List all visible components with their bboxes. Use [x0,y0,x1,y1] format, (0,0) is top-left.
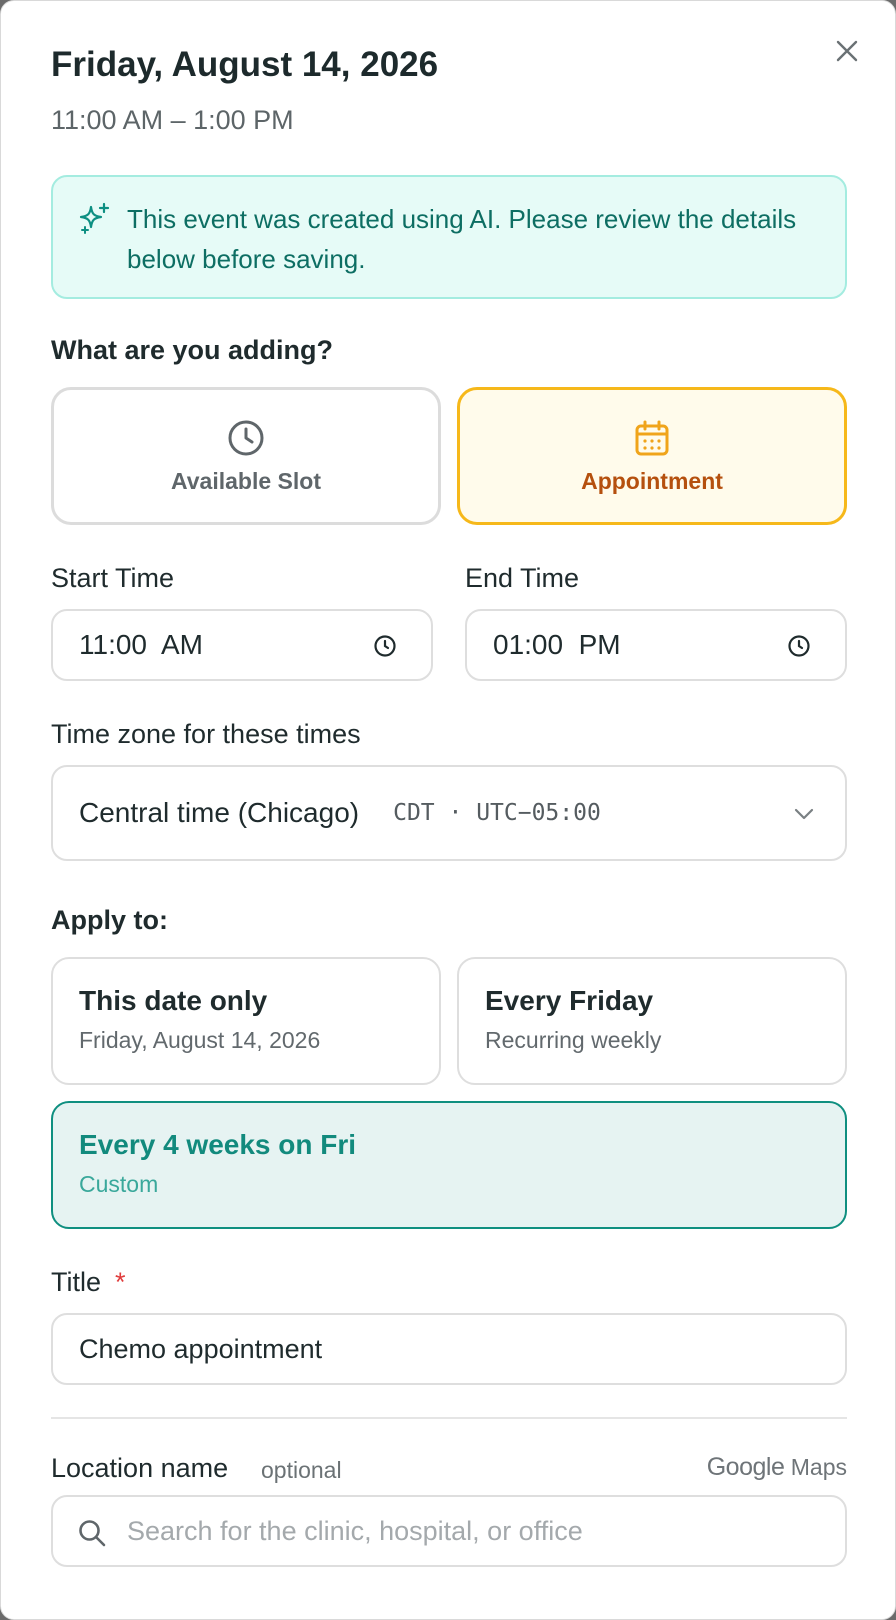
location-search-input[interactable]: Search for the clinic, hospital, or offi… [51,1495,847,1567]
available-slot-option[interactable]: Available Slot [51,387,441,525]
clock-icon [228,420,264,455]
search-icon [79,1520,106,1547]
maps-wordmark: Maps [790,1454,847,1480]
start-time-input[interactable]: 11:00 AM [51,609,433,681]
apply-custom-option[interactable]: Every 4 weeks on Fri Custom [51,1101,847,1229]
sparkle-icon [79,202,110,234]
google-maps-attribution: Google Maps [707,1453,847,1482]
event-date-title: Friday, August 14, 2026 [51,45,439,84]
title-label: Title * [51,1267,126,1298]
event-type-question: What are you adding? [51,335,334,365]
apply-option-subtitle: Custom [79,1171,159,1197]
google-wordmark: Google [706,1453,785,1481]
timezone-label: Time zone for these times [51,719,361,749]
ai-notice-banner: This event was created using AI. Please … [51,175,847,299]
timezone-name: Central time (Chicago) [79,797,360,828]
event-time-range: 11:00 AM – 1:00 PM [51,105,294,135]
title-label-text: Title [51,1267,102,1297]
timezone-code: CDT · UTC−05:00 [393,800,601,826]
available-slot-label: Available Slot [171,467,321,494]
start-time-label: Start Time [51,563,175,593]
apply-option-subtitle: Recurring weekly [485,1027,662,1053]
apply-option-title: Every 4 weeks on Fri [79,1129,357,1160]
close-button[interactable] [831,35,863,67]
start-time-value: 11:00 AM [79,629,204,660]
location-label: Location name [51,1453,229,1483]
title-input[interactable]: Chemo appointment [51,1313,847,1385]
apply-to-label: Apply to: [51,905,168,935]
apply-every-friday-option[interactable]: Every Friday Recurring weekly [457,957,847,1085]
location-search-placeholder: Search for the clinic, hospital, or offi… [127,1515,583,1546]
close-icon [836,40,858,62]
calendar-icon [635,420,669,455]
apply-this-date-option[interactable]: This date only Friday, August 14, 2026 [51,957,441,1085]
appointment-label: Appointment [581,467,723,494]
apply-option-title: This date only [79,985,268,1016]
appointment-option[interactable]: Appointment [457,387,847,525]
title-value: Chemo appointment [79,1333,323,1364]
chevron-down-icon [794,808,814,820]
end-time-label: End Time [465,563,580,593]
add-event-modal: Friday, August 14, 2026 11:00 AM – 1:00 … [0,0,896,1620]
optional-hint: optional [261,1457,342,1483]
required-marker: * [115,1267,126,1297]
end-time-value: 01:00 PM [493,629,621,660]
apply-option-subtitle: Friday, August 14, 2026 [79,1027,321,1053]
end-time-input[interactable]: 01:00 PM [465,609,847,681]
ai-notice-text: This event was created using AI. Please … [127,204,797,274]
section-divider [51,1417,847,1419]
clock-icon[interactable] [787,634,811,658]
timezone-select[interactable]: Central time (Chicago) CDT · UTC−05:00 [51,765,847,861]
clock-icon[interactable] [373,634,397,658]
apply-option-title: Every Friday [485,985,654,1016]
